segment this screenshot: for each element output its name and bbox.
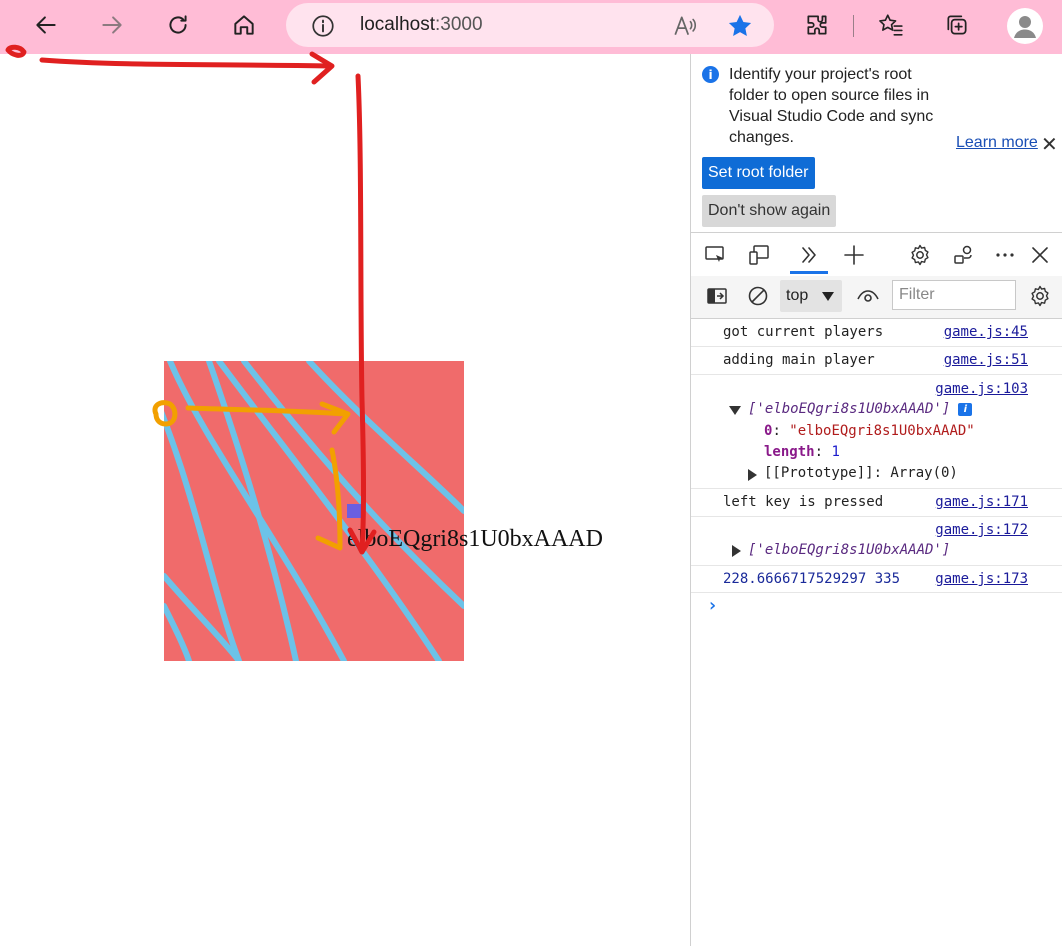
infobar-message: Identify your project's root folder to o… [729, 66, 934, 146]
console-message: got current players [723, 324, 884, 340]
array-preview[interactable]: ['elboEQgri8s1U0bxAAAD'] [748, 542, 950, 558]
extensions-icon[interactable] [798, 8, 836, 42]
read-aloud-icon[interactable] [672, 13, 698, 39]
sidebar-toggle-icon[interactable] [703, 282, 731, 310]
settings-gear-icon[interactable] [906, 241, 934, 269]
add-tab-icon[interactable] [840, 241, 868, 269]
context-label: top [786, 287, 809, 304]
address-bar[interactable]: localhost:3000 [286, 3, 774, 47]
source-link[interactable]: game.js:173 [935, 571, 1028, 587]
console-message: adding main player [723, 352, 875, 368]
source-link[interactable]: game.js:51 [944, 352, 1028, 368]
devtools-tab-bar [691, 232, 1062, 278]
game-canvas[interactable] [164, 361, 464, 661]
source-link[interactable]: game.js:45 [944, 324, 1028, 340]
source-link[interactable]: game.js:172 [935, 522, 1028, 538]
site-info-icon[interactable] [310, 13, 336, 39]
clear-console-icon[interactable] [744, 282, 772, 310]
device-emulation-icon[interactable] [745, 241, 773, 269]
favorites-icon[interactable] [872, 8, 910, 42]
collapse-triangle-icon[interactable] [729, 406, 741, 415]
info-badge-icon[interactable]: i [958, 403, 973, 416]
inspect-element-icon[interactable] [701, 241, 729, 269]
console-entry: adding main player game.js:51 [691, 347, 1062, 375]
console-entry: left key is pressed game.js:171 [691, 489, 1062, 517]
browser-toolbar: localhost:3000 [0, 0, 1062, 54]
player-square [347, 504, 362, 518]
close-icon[interactable]: ✕ [1041, 132, 1058, 157]
url-host: localhost [360, 14, 435, 35]
collections-icon[interactable] [938, 8, 976, 42]
context-selector[interactable]: top [780, 280, 842, 312]
home-icon[interactable] [225, 8, 263, 42]
expand-triangle-icon[interactable] [732, 545, 741, 557]
console-toolbar: top [691, 276, 1062, 319]
devtools-panel: i Identify your project's root folder to… [690, 54, 1062, 946]
console-entry: got current players game.js:45 [691, 319, 1062, 347]
source-link[interactable]: game.js:171 [935, 494, 1028, 510]
console-entry-array: game.js:172 ['elboEQgri8s1U0bxAAAD'] [691, 517, 1062, 566]
back-icon[interactable] [27, 8, 65, 42]
learn-more-link[interactable]: Learn more [956, 134, 1038, 152]
toolbar-separator [853, 15, 854, 37]
close-devtools-icon[interactable] [1026, 241, 1054, 269]
array-prop-length: length: 1 [764, 444, 840, 460]
game-background [164, 361, 464, 661]
active-tab-indicator [790, 271, 828, 274]
dont-show-again-button[interactable]: Don't show again [702, 195, 837, 227]
connected-devices-icon[interactable] [950, 241, 978, 269]
console-prompt[interactable]: › [707, 595, 718, 616]
console-settings-gear-icon[interactable] [1026, 282, 1054, 310]
refresh-icon[interactable] [159, 8, 197, 42]
chevron-down-icon [822, 292, 834, 301]
profile-icon[interactable] [1007, 8, 1043, 44]
source-link[interactable]: game.js:103 [935, 381, 1028, 397]
array-prop-index: 0: "elboEQgri8s1U0bxAAAD" [764, 423, 975, 439]
more-options-icon[interactable] [991, 241, 1019, 269]
set-root-folder-button[interactable]: Set root folder [702, 157, 815, 189]
devtools-infobar: i Identify your project's root folder to… [691, 54, 1062, 232]
console-entry-array: game.js:103 ['elboEQgri8s1U0bxAAAD'] i 0:… [691, 375, 1062, 489]
info-icon: i [702, 66, 719, 83]
forward-icon[interactable] [93, 8, 131, 42]
console-message: 228.6666717529297 335 [723, 571, 901, 587]
live-expression-eye-icon[interactable] [854, 282, 882, 310]
favorite-star-icon[interactable] [726, 12, 754, 40]
console-entry: 228.6666717529297 335 game.js:173 [691, 566, 1062, 593]
url-port: :3000 [435, 14, 483, 35]
player-name-label: elboEQgri8s1U0bxAAAD [347, 526, 603, 552]
filter-input[interactable] [892, 280, 1016, 310]
array-preview[interactable]: ['elboEQgri8s1U0bxAAAD'] i [748, 401, 973, 417]
more-tabs-icon[interactable] [795, 241, 823, 269]
url-text[interactable]: localhost:3000 [360, 14, 483, 36]
prototype-entry[interactable]: [[Prototype]]: Array(0) [764, 465, 958, 481]
expand-triangle-icon[interactable] [748, 469, 757, 481]
console-message: left key is pressed [723, 494, 884, 510]
